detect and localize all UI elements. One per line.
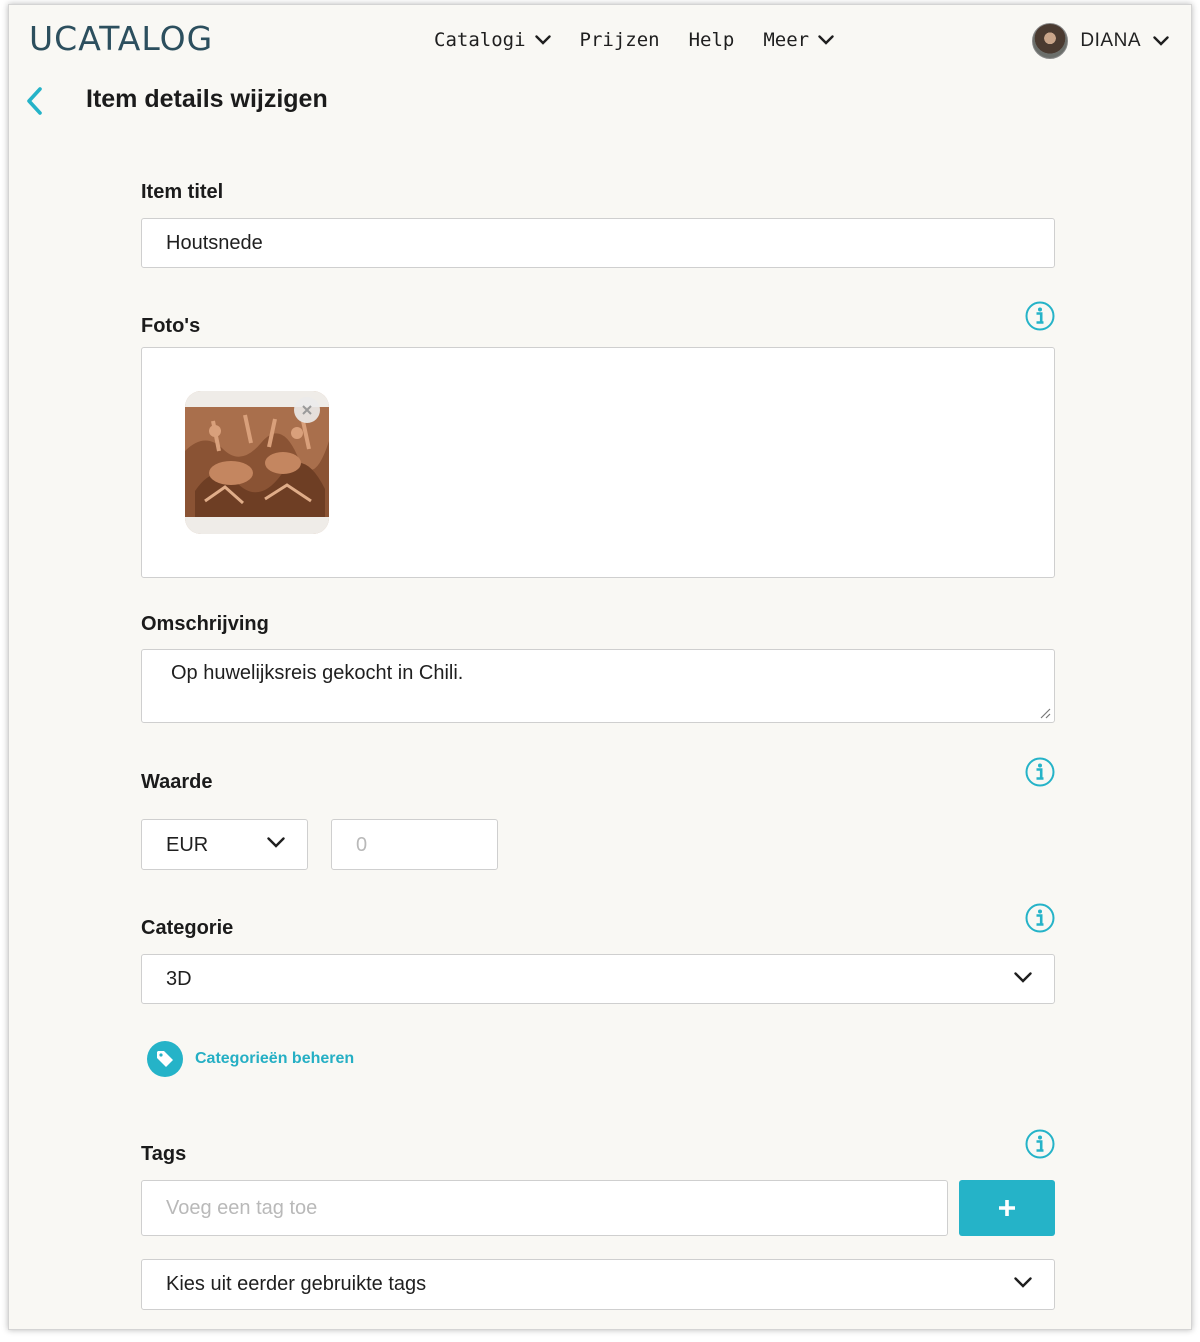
nav-catalogi-label: Catalogi [434, 29, 526, 51]
info-icon[interactable] [1025, 903, 1055, 933]
avatar [1032, 23, 1069, 59]
nav-prijzen-label: Prijzen [579, 29, 660, 51]
add-tag-button[interactable] [959, 1180, 1055, 1236]
previous-tags-label: Kies uit eerder gebruikte tags [166, 1273, 427, 1295]
nav-catalogi[interactable]: Catalogi [434, 29, 551, 51]
info-icon[interactable] [1025, 1129, 1055, 1159]
close-icon [302, 405, 312, 415]
category-label: Categorie [141, 917, 234, 939]
category-value: 3D [166, 968, 192, 990]
logo[interactable]: UCATALOG [29, 19, 213, 58]
amount-placeholder: 0 [356, 834, 368, 856]
chevron-down-icon [818, 35, 834, 45]
nav-prijzen[interactable]: Prijzen [580, 29, 660, 51]
page-title: Item details wijzigen [86, 85, 328, 113]
tag-icon [147, 1041, 183, 1077]
tag-input-placeholder: Voeg een tag toe [166, 1197, 318, 1219]
manage-categories-label: Categorieën beheren [195, 1050, 355, 1067]
description-textarea[interactable]: Op huwelijksreis gekocht in Chili. [141, 649, 1055, 723]
user-name: DIANA [1080, 30, 1141, 51]
amount-input[interactable]: 0 [331, 819, 498, 870]
info-icon[interactable] [1025, 757, 1055, 787]
chevron-down-icon [1153, 36, 1169, 46]
category-select[interactable]: 3D [141, 954, 1055, 1004]
title-input[interactable]: Houtsnede [141, 218, 1055, 268]
chevron-down-icon [267, 837, 285, 848]
currency-value: EUR [166, 834, 209, 856]
nav-meer-label: Meer [763, 29, 810, 51]
tags-label: Tags [141, 1143, 187, 1165]
chevron-down-icon [1014, 1277, 1032, 1288]
nav-help-label: Help [688, 29, 735, 51]
app-window: UCATALOG Catalogi Prijzen Help Meer DIAN… [8, 4, 1192, 1330]
user-menu[interactable]: DIANA [1032, 23, 1169, 59]
main-nav: Catalogi Prijzen Help Meer [434, 29, 863, 51]
info-icon[interactable] [1025, 301, 1055, 331]
previous-tags-select[interactable]: Kies uit eerder gebruikte tags [141, 1259, 1055, 1310]
remove-photo-button[interactable] [294, 397, 320, 423]
chevron-left-icon [27, 87, 42, 115]
chevron-down-icon [534, 35, 551, 45]
value-label: Waarde [141, 771, 213, 793]
description-label: Omschrijving [141, 613, 269, 635]
nav-help[interactable]: Help [689, 29, 735, 51]
currency-select[interactable]: EUR [141, 819, 308, 870]
chevron-down-icon [1014, 972, 1032, 983]
nav-meer[interactable]: Meer [763, 29, 834, 51]
description-value: Op huwelijksreis gekocht in Chili. [171, 662, 464, 684]
back-button[interactable] [25, 86, 45, 121]
photos-label: Foto's [141, 315, 201, 337]
photos-dropzone[interactable] [141, 347, 1055, 578]
tag-input[interactable]: Voeg een tag toe [141, 1180, 948, 1236]
plus-icon [999, 1200, 1015, 1216]
resize-handle-icon[interactable] [1039, 707, 1051, 719]
title-label: Item titel [141, 181, 224, 203]
manage-categories-link[interactable]: Categorieën beheren [147, 1041, 354, 1077]
title-input-value: Houtsnede [166, 232, 263, 254]
